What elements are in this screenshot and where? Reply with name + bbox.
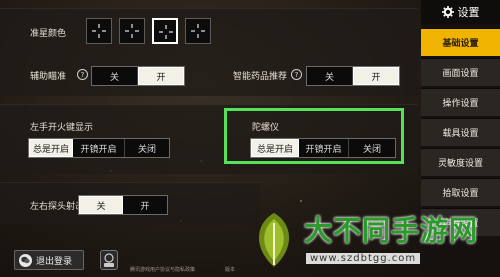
crosshair-icon	[92, 24, 106, 38]
sidebar-item-5[interactable]: 灵敏度设置	[421, 148, 500, 176]
version-caption: 版本	[225, 267, 236, 273]
aim-assist-toggle: 关 开	[91, 66, 185, 86]
crosshair-swatch-2[interactable]	[119, 18, 145, 44]
watermark-url: www.szdbtgg.com	[306, 253, 421, 264]
sidebar-header: 设置	[421, 0, 500, 24]
sidebar-item-1[interactable]: 基础设置	[421, 28, 500, 56]
smart-medicine-on-option[interactable]: 开	[353, 67, 399, 85]
gear-icon	[441, 6, 454, 18]
aim-assist-off-option[interactable]: 关	[92, 67, 138, 85]
peek-label: 左右探头射击	[30, 202, 85, 212]
smart-medicine-toggle: 关 开	[306, 66, 400, 86]
left-fire-always-option[interactable]: 总是开启	[29, 139, 73, 157]
gyroscope-off-option[interactable]: 关闭	[349, 139, 395, 157]
smart-medicine-help-icon[interactable]: ?	[291, 69, 302, 80]
background-sparkle	[300, 200, 302, 202]
crosshair-color-label: 准星颜色	[30, 29, 67, 39]
watermark-title: 大不同手游网	[304, 214, 479, 247]
site-watermark: 大不同手游网 www.szdbtgg.com	[244, 205, 500, 277]
left-fire-label: 左手开火键显示	[30, 123, 94, 133]
crosshair-icon	[191, 24, 205, 38]
privacy-caption[interactable]: 腾讯游戏用户协议与隐私政策	[130, 266, 195, 273]
sidebar-item-4[interactable]: 载具设置	[421, 118, 500, 146]
logout-button[interactable]: 退出登录	[14, 250, 84, 270]
peek-off-option[interactable]: 关	[79, 196, 123, 214]
sidebar-item-6[interactable]: 拾取设置	[421, 178, 500, 206]
gyroscope-label: 陀螺仪	[252, 123, 280, 133]
aim-assist-label: 辅助瞄准	[30, 72, 67, 82]
logout-label: 退出登录	[36, 256, 73, 267]
sidebar-item-3[interactable]: 操作设置	[421, 88, 500, 116]
leaf-logo-icon	[258, 213, 290, 267]
crosshair-icon	[125, 24, 139, 38]
left-fire-segmented-control: 总是开启 开镜开启 关闭	[28, 138, 170, 158]
gyroscope-always-option[interactable]: 总是开启	[251, 139, 299, 157]
left-fire-scope-option[interactable]: 开镜开启	[73, 139, 125, 157]
gyroscope-segmented-control: 总是开启 开镜开启 关闭	[250, 138, 396, 158]
game-settings-screen: 准星颜色 辅助瞄准 ? 关 开 智能药品推荐 ? 关 开 左手开火键显示 总是开…	[0, 0, 500, 277]
left-fire-off-option[interactable]: 关闭	[125, 139, 169, 157]
crosshair-swatch-3[interactable]	[152, 18, 178, 44]
sidebar-item-2[interactable]: 画面设置	[421, 58, 500, 86]
gyroscope-scope-option[interactable]: 开镜开启	[299, 139, 349, 157]
smart-medicine-label: 智能药品推荐	[233, 72, 288, 82]
crosshair-swatch-4[interactable]	[185, 18, 211, 44]
wechat-icon	[19, 253, 32, 267]
peek-on-option[interactable]: 开	[123, 196, 167, 214]
settings-title: 设置	[457, 6, 480, 19]
customer-service-icon[interactable]	[100, 250, 118, 270]
aim-assist-help-icon[interactable]: ?	[77, 69, 88, 80]
aim-assist-on-option[interactable]: 开	[138, 67, 184, 85]
peek-toggle: 关 开	[78, 195, 168, 215]
smart-medicine-off-option[interactable]: 关	[307, 67, 353, 85]
crosshair-icon	[159, 25, 173, 39]
crosshair-swatch-1[interactable]	[86, 18, 112, 44]
